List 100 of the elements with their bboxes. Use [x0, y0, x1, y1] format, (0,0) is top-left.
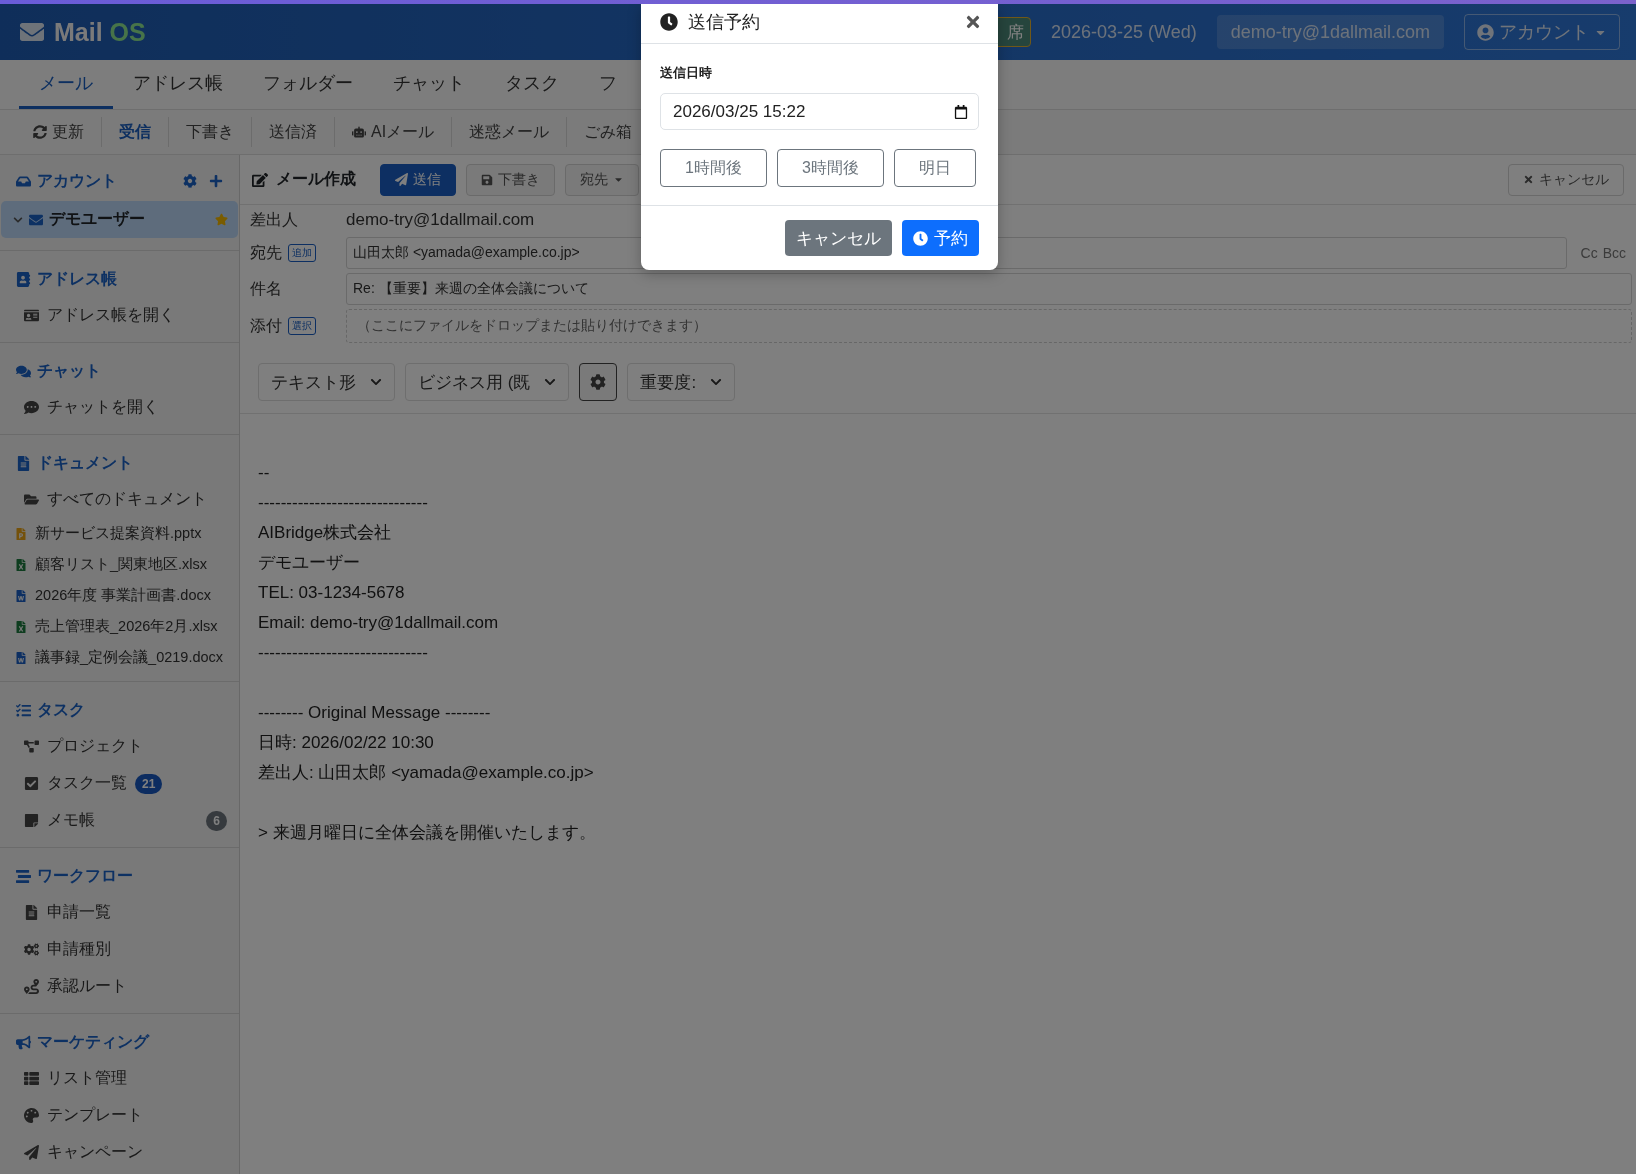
datetime-value: 2026/03/25 15:22	[671, 100, 954, 123]
body-line: -------- Original Message --------	[258, 702, 491, 724]
section-title: マーケティング	[37, 1031, 149, 1052]
close-icon	[1523, 174, 1534, 185]
body-line: AIBridge株式会社	[258, 522, 392, 544]
refresh-icon	[33, 125, 47, 139]
draft-button[interactable]: 下書き	[466, 163, 555, 196]
folder-icon	[24, 492, 39, 507]
body-line: --	[258, 462, 270, 484]
dropdown[interactable]: ビジネス用 (既	[405, 363, 570, 401]
add-icon[interactable]	[209, 174, 223, 188]
cancel-button[interactable]: キャンセル	[785, 220, 892, 256]
robot-icon	[352, 125, 366, 139]
document-link[interactable]: 2026年度 事業計画書.docx	[0, 580, 239, 611]
envelope-icon	[20, 20, 44, 44]
sidebar-link[interactable]: リスト管理	[0, 1060, 239, 1097]
settings-button[interactable]	[579, 363, 618, 401]
folder-tab[interactable]: AIメール	[335, 117, 453, 147]
section-title: タスク	[37, 699, 85, 720]
send-button[interactable]: 送信	[380, 163, 456, 196]
dropdown[interactable]: テキスト形	[258, 363, 395, 401]
paper-plane-icon	[395, 173, 408, 186]
tag-button[interactable]: 追加	[288, 244, 316, 262]
sidebar-link[interactable]: チャットを開く	[0, 389, 239, 426]
speech-bubble-icon	[24, 400, 39, 415]
input-field[interactable]: Re: 【重要】来週の全体会議について	[346, 273, 1632, 305]
star-icon[interactable]	[215, 213, 228, 226]
text-link[interactable]: Cc	[1580, 245, 1598, 261]
note-icon	[24, 813, 39, 828]
document-icon	[16, 455, 31, 471]
tag-button[interactable]: 選択	[288, 317, 316, 335]
field-label: 差出人	[250, 209, 298, 230]
folder-tab[interactable]: 迷惑メール	[452, 117, 568, 147]
body-line: デモユーザー	[258, 552, 360, 574]
nav-tab[interactable]: アドレス帳	[113, 60, 243, 109]
list-icon	[24, 1071, 39, 1086]
app-logo: Mail OS	[20, 17, 146, 47]
account-button[interactable]: アカウント	[1464, 14, 1620, 50]
spreadsheet-file-icon	[15, 620, 27, 633]
chevron-icon	[370, 376, 382, 388]
folder-tab[interactable]: 更新	[16, 117, 102, 147]
folder-tab[interactable]: 下書き	[169, 117, 252, 147]
document-link[interactable]: 売上管理表_2026年2月.xlsx	[0, 611, 239, 642]
palette-icon	[24, 1108, 39, 1123]
sidebar-link[interactable]: 申請一覧	[0, 894, 239, 931]
sidebar-link[interactable]: すべてのドキュメント	[0, 481, 239, 518]
word-file-icon	[15, 589, 27, 602]
chat-bubbles-icon	[16, 363, 31, 379]
nav-tab[interactable]: タスク	[485, 60, 579, 109]
field-label: 送信日時	[660, 64, 713, 82]
gear-icon	[590, 374, 607, 390]
body-line: Email: demo-try@1dallmail.com	[258, 612, 499, 634]
settings-icon[interactable]	[183, 174, 197, 188]
section-title: ドキュメント	[37, 452, 133, 473]
nav-tab[interactable]: チャット	[373, 60, 485, 109]
drop-zone[interactable]: （ここにファイルをドロップまたは貼り付けできます）	[346, 309, 1632, 343]
envelope-icon	[29, 212, 43, 227]
slides-file-icon	[15, 527, 27, 540]
body-line: ------------------------------	[258, 492, 428, 514]
checkbox-icon	[24, 776, 39, 791]
datetime-field[interactable]: 2026/03/25 15:22	[660, 93, 979, 130]
recipient-menu[interactable]: 宛先	[565, 163, 639, 196]
sidebar-link[interactable]: メモ帳 6	[0, 802, 239, 839]
quick-time-button[interactable]: 1時間後	[660, 149, 767, 187]
quick-time-button[interactable]: 明日	[893, 149, 976, 187]
section-title: アドレス帳	[37, 268, 117, 289]
folder-tab[interactable]: 送信済	[252, 117, 335, 147]
sidebar-link[interactable]: キャンペーン	[0, 1134, 239, 1171]
calendar-icon[interactable]	[954, 104, 968, 119]
sidebar-link[interactable]: 承認ルート	[0, 968, 239, 1005]
sidebar-link[interactable]: テンプレート	[0, 1097, 239, 1134]
body-line: > 来週月曜日に全体会議を開催いたします。	[258, 822, 596, 844]
cancel-button[interactable]: キャンセル	[1508, 163, 1624, 196]
count-badge: 21	[135, 773, 163, 794]
chevron-icon	[710, 376, 723, 388]
edit-icon	[252, 171, 268, 188]
chevron-icon[interactable]	[13, 214, 23, 225]
document-link[interactable]: 新サービス提案資料.pptx	[0, 518, 239, 549]
section-title: アカウント	[37, 170, 117, 191]
account-item[interactable]: デモユーザー	[1, 201, 238, 238]
sidebar-link[interactable]: アドレス帳を開く	[0, 297, 239, 334]
document-link[interactable]: 顧客リスト_関東地区.xlsx	[0, 549, 239, 580]
document-link[interactable]: 議事録_定例会議_0219.docx	[0, 642, 239, 673]
nav-tab[interactable]: フ	[579, 60, 637, 109]
sidebar-link[interactable]: タスク一覧 21	[0, 765, 239, 802]
body-line: 差出人: 山田太郎 <yamada@example.co.jp>	[258, 762, 594, 784]
clock-icon	[660, 12, 678, 31]
gears-icon	[24, 942, 39, 957]
checklist-icon	[16, 702, 31, 718]
route-icon	[24, 979, 39, 994]
body-line: TEL: 03-1234-5678	[258, 582, 405, 604]
quick-time-button[interactable]: 3時間後	[776, 149, 884, 187]
schedule-button[interactable]: 予約	[902, 220, 979, 256]
field-label: 件名	[250, 278, 282, 299]
nav-tab[interactable]: フォルダー	[243, 60, 373, 109]
folder-tab[interactable]: 受信	[102, 117, 169, 147]
dropdown[interactable]: 重要度:	[627, 363, 736, 401]
sidebar-link[interactable]: プロジェクト	[0, 728, 239, 765]
sidebar-link[interactable]: 申請種別	[0, 931, 239, 968]
text-link[interactable]: Bcc	[1602, 245, 1626, 261]
